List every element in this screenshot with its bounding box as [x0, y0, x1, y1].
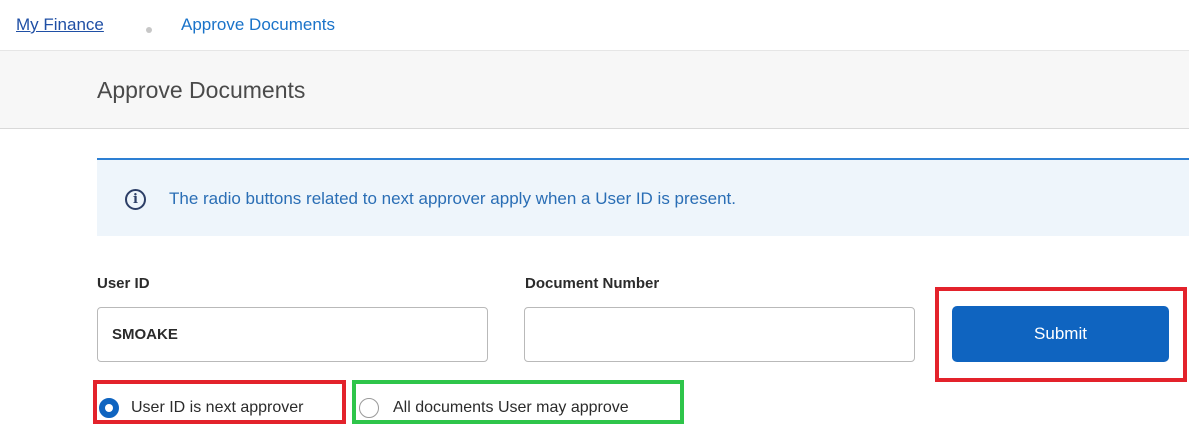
info-banner: i The radio buttons related to next appr…: [97, 158, 1189, 236]
user-id-label: User ID: [97, 275, 150, 292]
breadcrumb-current: Approve Documents: [181, 15, 336, 34]
document-number-label: Document Number: [525, 275, 660, 292]
page-title: Approve Documents: [97, 77, 306, 103]
info-icon: i: [125, 189, 146, 210]
page-header: Approve Documents: [0, 51, 1189, 129]
next-approver-radio[interactable]: [99, 398, 119, 418]
breadcrumb: My Finance Approve Documents: [0, 0, 1189, 51]
breadcrumb-my-finance-link[interactable]: My Finance: [16, 15, 104, 35]
info-banner-message: The radio buttons related to next approv…: [169, 189, 736, 208]
user-id-input[interactable]: SMOAKE: [97, 307, 488, 362]
all-documents-radio-label[interactable]: All documents User may approve: [393, 399, 629, 417]
submit-button[interactable]: Submit: [952, 306, 1169, 362]
document-number-input[interactable]: [524, 307, 915, 362]
all-documents-radio[interactable]: [359, 398, 379, 418]
breadcrumb-separator: [146, 27, 152, 33]
next-approver-radio-label[interactable]: User ID is next approver: [131, 399, 304, 417]
